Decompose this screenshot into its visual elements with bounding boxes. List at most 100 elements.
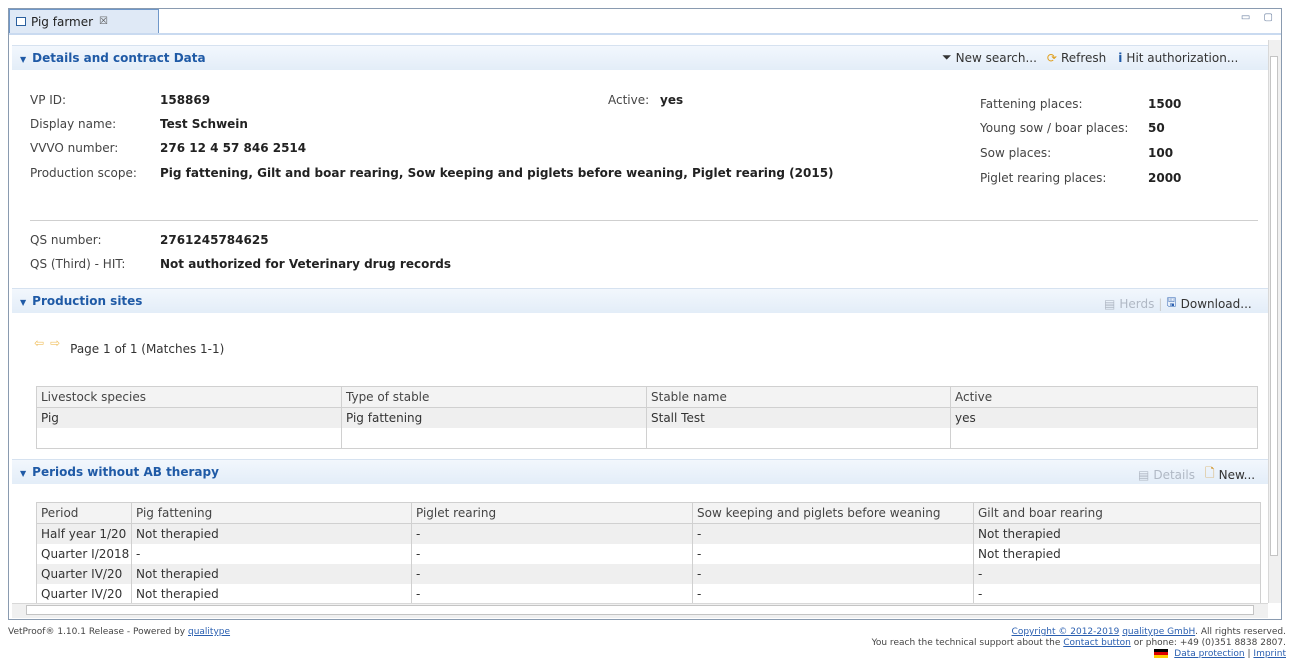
qs-hit-label: QS (Third) - HIT: [30, 257, 126, 271]
table-cell: - [692, 584, 974, 603]
table-row[interactable]: Half year 1/20 Not therapied - - Not the… [36, 523, 1261, 544]
table-cell: - [131, 544, 412, 564]
copyright-link[interactable]: Copyright © 2012-2019 [1012, 627, 1120, 637]
column-header-active[interactable]: Active [950, 386, 1258, 408]
content-area: ▼ Details and contract Data ⏷ New search.… [12, 37, 1268, 603]
fattening-places-value: 1500 [1148, 97, 1182, 111]
close-icon[interactable]: ☒ [99, 16, 108, 27]
contact-button-link[interactable]: Contact button [1063, 638, 1131, 648]
table-cell: Pig [36, 407, 342, 428]
details-section-title: Details and contract Data [32, 51, 206, 65]
new-button[interactable]: New... [1219, 468, 1256, 482]
piglet-rearing-places-value: 2000 [1148, 171, 1182, 185]
sow-places-label: Sow places: [980, 146, 1052, 160]
vertical-scrollbar-thumb[interactable] [1270, 56, 1278, 556]
production-sites-toolbar: ▤ Herds | 🖫 Download... [1104, 293, 1252, 314]
table-cell: yes [950, 407, 1258, 428]
previous-page-arrow-icon[interactable]: ⇦ [34, 336, 44, 350]
rights-text: . All rights reserved. [1195, 627, 1286, 637]
horizontal-scrollbar-thumb[interactable] [26, 605, 1254, 615]
table-cell: Quarter IV/20 [36, 584, 132, 603]
data-protection-link[interactable]: Data protection [1174, 649, 1244, 659]
table-cell: Quarter IV/20 [36, 564, 132, 584]
table-cell: - [973, 584, 1261, 603]
production-scope-value: Pig fattening, Gilt and boar rearing, So… [160, 166, 834, 180]
table-cell: Not therapied [131, 584, 412, 603]
pager: ⇦ ⇨ Page 1 of 1 (Matches 1-1) [34, 330, 224, 356]
qs-hit-value: Not authorized for Veterinary drug recor… [160, 257, 451, 271]
column-header-sow-keeping[interactable]: Sow keeping and piglets before weaning [692, 502, 974, 524]
separator: | [1158, 296, 1163, 311]
young-sow-places-label: Young sow / boar places: [980, 121, 1129, 135]
production-sites-section-header[interactable]: ▼ Production sites ▤ Herds | 🖫 Download..… [12, 288, 1268, 313]
qualitype-link[interactable]: qualitype [188, 627, 230, 637]
column-header-livestock-species[interactable]: Livestock species [36, 386, 342, 408]
collapse-triangle-icon[interactable]: ▼ [20, 55, 26, 64]
column-header-gilt-boar-rearing[interactable]: Gilt and boar rearing [973, 502, 1261, 524]
divider [30, 220, 1258, 221]
display-name-label: Display name: [30, 117, 117, 131]
collapse-triangle-icon[interactable]: ▼ [20, 469, 26, 478]
details-button[interactable]: Details [1153, 468, 1195, 482]
vp-id-label: VP ID: [30, 93, 67, 107]
table-cell: - [692, 523, 974, 544]
table-cell: Pig fattening [341, 407, 647, 428]
support-text: You reach the technical support about th… [871, 638, 1064, 648]
table-cell: - [411, 584, 693, 603]
hit-authorization-button[interactable]: Hit authorization... [1126, 51, 1238, 65]
young-sow-places-value: 50 [1148, 121, 1165, 135]
tab-pig-farmer[interactable]: Pig farmer ☒ [9, 9, 159, 33]
new-search-button[interactable]: New search... [956, 51, 1037, 65]
details-icon: ▤ [1138, 467, 1150, 482]
table-row[interactable]: Quarter IV/20 Not therapied - - - [36, 584, 1261, 603]
vvvo-label: VVVO number: [30, 141, 119, 155]
table-cell: Not therapied [973, 523, 1261, 544]
qs-number-label: QS number: [30, 233, 102, 247]
column-header-piglet-rearing[interactable]: Piglet rearing [411, 502, 693, 524]
column-header-period[interactable]: Period [36, 502, 132, 524]
company-link[interactable]: qualitype GmbH [1122, 627, 1195, 637]
download-button[interactable]: Download... [1181, 297, 1252, 311]
qs-number-value: 2761245784625 [160, 233, 269, 247]
new-document-icon: 🗋 [1204, 466, 1215, 480]
footer-version: VetProof® 1.10.1 Release - Powered by qu… [8, 627, 230, 637]
periods-section-title: Periods without AB therapy [32, 465, 219, 479]
filter-icon: ⏷ [942, 50, 952, 64]
table-row[interactable]: Pig Pig fattening Stall Test yes [36, 407, 1258, 428]
table-cell: Not therapied [973, 544, 1261, 564]
herds-button[interactable]: Herds [1119, 297, 1154, 311]
footer-right: Copyright © 2012-2019 qualitype GmbH. Al… [872, 627, 1286, 660]
column-header-type-of-stable[interactable]: Type of stable [341, 386, 647, 408]
tab-title: Pig farmer [31, 14, 94, 29]
periods-section-header[interactable]: ▼ Periods without AB therapy ▤ Details 🗋 … [12, 459, 1268, 484]
window-controls[interactable]: ▭ ▢ [1241, 12, 1278, 23]
details-section-header[interactable]: ▼ Details and contract Data ⏷ New search.… [12, 45, 1268, 70]
support-phone-text: or phone: +49 (0)351 8838 2807. [1130, 638, 1286, 648]
table-cell: - [692, 564, 974, 584]
table-row[interactable]: Quarter IV/20 Not therapied - - - [36, 564, 1261, 584]
pager-text: Page 1 of 1 (Matches 1-1) [70, 342, 225, 356]
periods-table: Period Pig fattening Piglet rearing Sow … [36, 502, 1261, 603]
production-scope-label: Production scope: [30, 166, 137, 180]
table-row[interactable]: Quarter I/2018 - - - Not therapied [36, 544, 1261, 564]
display-name-value: Test Schwein [160, 117, 248, 131]
table-cell: Not therapied [131, 523, 412, 544]
empty-table-row [36, 428, 1258, 449]
table-cell: - [411, 523, 693, 544]
table-cell: Quarter I/2018 [36, 544, 132, 564]
collapse-triangle-icon[interactable]: ▼ [20, 298, 26, 307]
refresh-button[interactable]: Refresh [1061, 51, 1106, 65]
column-header-pig-fattening[interactable]: Pig fattening [131, 502, 412, 524]
next-page-arrow-icon[interactable]: ⇨ [50, 336, 60, 350]
column-header-stable-name[interactable]: Stable name [646, 386, 951, 408]
window-icon [16, 17, 26, 26]
tab-bar [9, 9, 1281, 35]
table-cell: - [692, 544, 974, 564]
table-cell: - [411, 564, 693, 584]
table-cell: - [973, 564, 1261, 584]
periods-toolbar: ▤ Details 🗋 New... [1138, 464, 1255, 485]
vvvo-value: 276 12 4 57 846 2514 [160, 141, 307, 155]
imprint-link[interactable]: Imprint [1253, 649, 1286, 659]
info-icon: i [1118, 50, 1123, 65]
german-flag-icon [1154, 649, 1169, 658]
